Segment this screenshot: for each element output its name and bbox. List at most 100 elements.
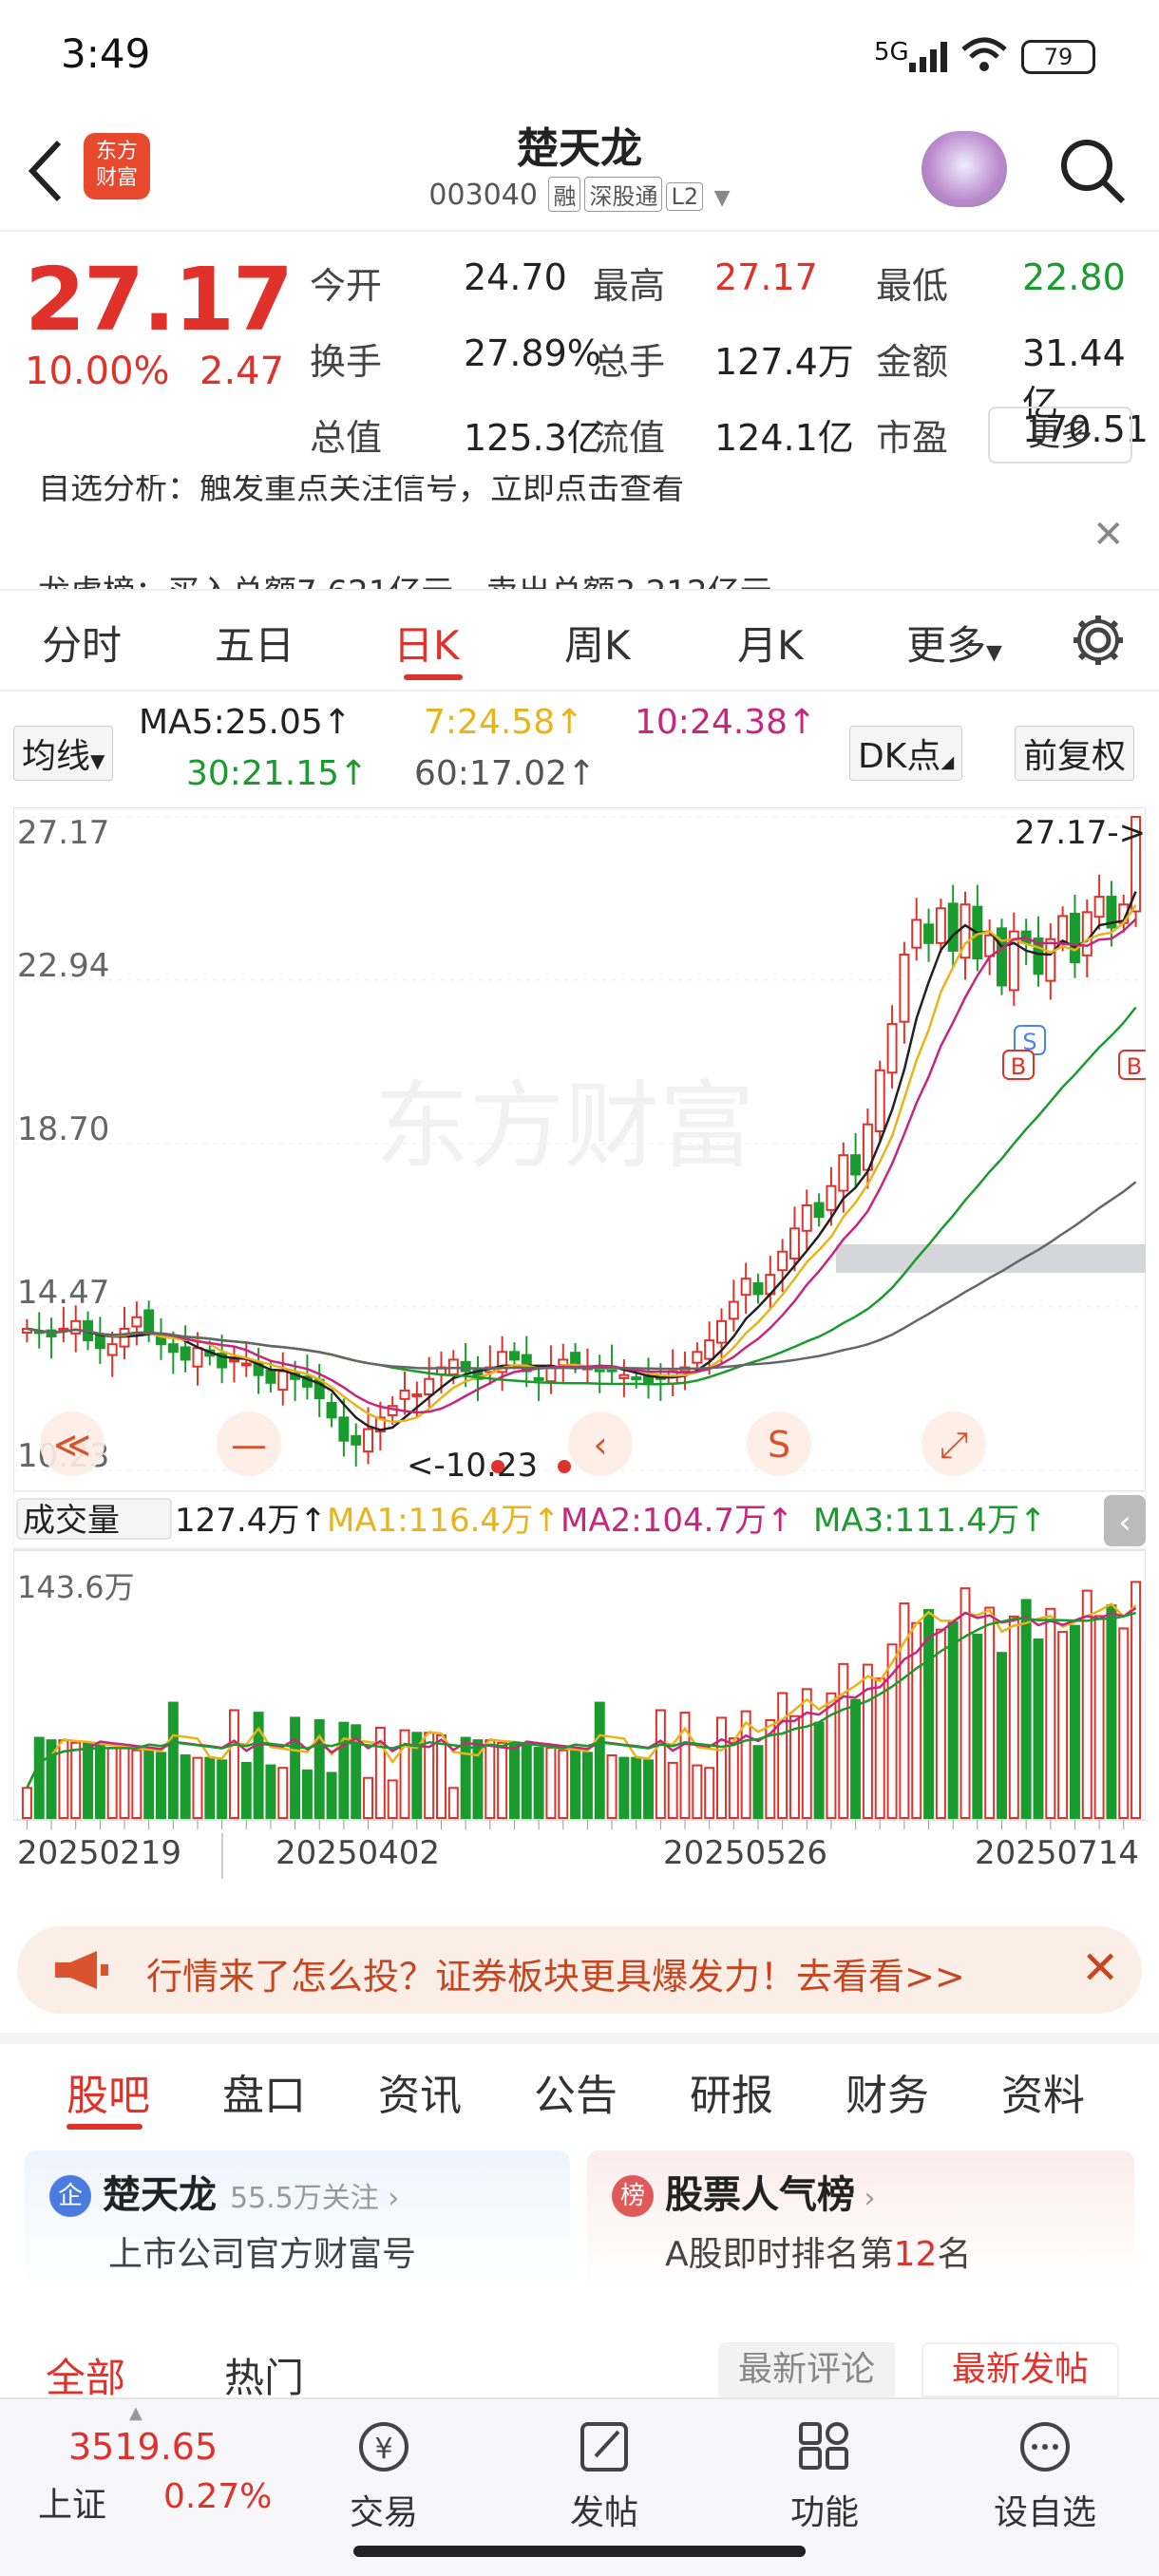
ma-selector[interactable]: 均线▼ [13, 726, 114, 781]
quote-label: 流值 [593, 417, 666, 459]
volume-bar [119, 1747, 130, 1820]
candle-body [143, 1309, 155, 1335]
nav-trade[interactable]: ¥ 交易 [308, 2418, 460, 2534]
divider [0, 690, 1159, 691]
tab-all[interactable]: 全部 [46, 2346, 125, 2404]
tab-research[interactable]: 研报 [690, 2061, 773, 2122]
volume-bar [497, 1741, 508, 1819]
nav-functions[interactable]: 功能 [749, 2418, 901, 2534]
date-label: 20250526 [663, 1834, 827, 1872]
tab-profile[interactable]: 资料 [1001, 2061, 1085, 2122]
nav-label: 设自选 [993, 2493, 1096, 2532]
quote-label: 总值 [310, 417, 383, 459]
nav-label: 发帖 [569, 2493, 638, 2532]
search-icon[interactable] [1054, 133, 1130, 209]
volume-bar [826, 1692, 837, 1819]
candle-body [716, 1319, 727, 1344]
tab-intraday[interactable]: 分时 [42, 614, 122, 672]
tab-weekly-k[interactable]: 周K [564, 614, 631, 672]
close-icon[interactable]: ✕ [1081, 1941, 1119, 1995]
sort-latest-post[interactable]: 最新发帖 [922, 2342, 1119, 2397]
marker-dot [491, 1460, 504, 1473]
rank-icon: 榜 [612, 2175, 654, 2217]
ma-selector-label: 均线 [22, 737, 91, 776]
volume-bar [1069, 1624, 1080, 1819]
candle-body [618, 1373, 630, 1379]
last-price-label: 27.17-> [1015, 814, 1146, 852]
candle-body [850, 1154, 862, 1176]
robot-assistant-icon[interactable] [922, 131, 1007, 207]
dropdown-icon: ▼ [90, 749, 105, 772]
grid-icon [799, 2422, 848, 2470]
volume-bar [21, 1787, 32, 1819]
notice-bar[interactable]: 自选分析：触发重点关注信号，立即点击查看 龙虎榜：买入总额7.621亿元，卖出总… [0, 475, 1159, 589]
tab-forum[interactable]: 股吧 [66, 2061, 150, 2122]
tab-announcements[interactable]: 公告 [534, 2061, 618, 2122]
chevron-right-icon: › [855, 2182, 876, 2215]
volume-bar [692, 1764, 703, 1819]
candle-body [167, 1343, 179, 1354]
popularity-card[interactable]: 榜 股票人气榜 › A股即时排名第12名 [587, 2150, 1134, 2287]
kline-chart[interactable]: 27.1722.9418.7014.4710.23 东方财富 27.17-><-… [13, 807, 1146, 1879]
tab-more[interactable]: 更多▼ [906, 614, 1002, 672]
volume-bar [655, 1709, 666, 1819]
expand-icon: ⤢ [940, 1424, 968, 1466]
gear-icon[interactable] [1070, 612, 1127, 669]
dk-point-selector[interactable]: DK点◢ [849, 726, 963, 781]
candle-body [411, 1392, 423, 1397]
svg-text:¥: ¥ [374, 2433, 392, 2466]
tab-daily-k[interactable]: 日K [393, 614, 460, 672]
volume-bar [1093, 1615, 1105, 1820]
quote-label: 今开 [310, 265, 383, 307]
tab-orderbook[interactable]: 盘口 [222, 2061, 306, 2122]
volume-bar [447, 1787, 459, 1819]
card-subtitle: A股即时排名第12名 [665, 2226, 971, 2276]
quote-value: 27.17 [714, 256, 818, 298]
sort-latest-comment[interactable]: 最新评论 [718, 2342, 895, 2397]
vol-ma3-label: MA3:111.4万↑ [813, 1502, 1047, 1540]
volume-bar [33, 1736, 45, 1820]
quote-value: 127.4万 [714, 341, 854, 383]
nav-post[interactable]: 发帖 [528, 2418, 680, 2534]
nav-label: 交易 [349, 2493, 418, 2532]
volume-bar [716, 1716, 727, 1820]
card-title: 股票人气榜 › [665, 2164, 876, 2219]
date-label: 20250714 [975, 1834, 1139, 1872]
more-button[interactable]: 更多 [988, 407, 1132, 464]
quote-value: 24.70 [464, 256, 567, 298]
edit-icon [580, 2422, 628, 2472]
company-account-card[interactable]: 企 楚天龙 55.5万关注 › 上市公司官方财富号 [25, 2150, 570, 2287]
volume-bar [156, 1752, 166, 1819]
adjust-selector[interactable]: 前复权 [1015, 726, 1135, 781]
nav-add-watchlist[interactable]: 设自选 [969, 2418, 1121, 2534]
price-tick-label: 18.70 [17, 1110, 109, 1148]
price-tick-label: 22.94 [17, 947, 109, 985]
volume-bar [631, 1756, 642, 1820]
section-tabs: 股吧 盘口 资讯 公告 研报 财务 资料 [0, 2052, 1159, 2137]
volume-bar [94, 1744, 105, 1819]
wifi-icon [961, 37, 1007, 71]
quote-label: 总手 [593, 341, 666, 383]
tab-monthly-k[interactable]: 月K [737, 614, 804, 672]
index-value[interactable]: 3519.65 [68, 2426, 218, 2468]
ma10-label: 10:24.38↑ [635, 703, 817, 742]
corner-icon: ◢ [940, 752, 955, 772]
tab-news[interactable]: 资讯 [378, 2061, 462, 2122]
quote-value: 27.89% [464, 332, 601, 374]
candle-body [704, 1339, 715, 1360]
ma60-label: 60:17.02↑ [414, 754, 597, 793]
close-icon[interactable]: ✕ [1092, 513, 1125, 557]
signal-icon: S [768, 1424, 790, 1466]
tab-finance[interactable]: 财务 [846, 2061, 929, 2122]
volume-selector-label: 成交量 [23, 1502, 120, 1540]
candle-body [326, 1401, 337, 1419]
promo-banner[interactable]: 行情来了怎么投？证券板块更具爆发力！去看看>> ✕ [17, 1926, 1142, 2014]
tab-hot[interactable]: 热门 [224, 2346, 304, 2404]
more-dots-icon [1020, 2422, 1070, 2472]
tab-more-label: 更多 [906, 622, 987, 669]
volume-bar [301, 1769, 313, 1820]
volume-bar [436, 1733, 446, 1820]
candle-body [923, 923, 935, 944]
ma30-label: 30:21.15↑ [186, 754, 369, 793]
tab-five-day[interactable]: 五日 [215, 614, 294, 672]
